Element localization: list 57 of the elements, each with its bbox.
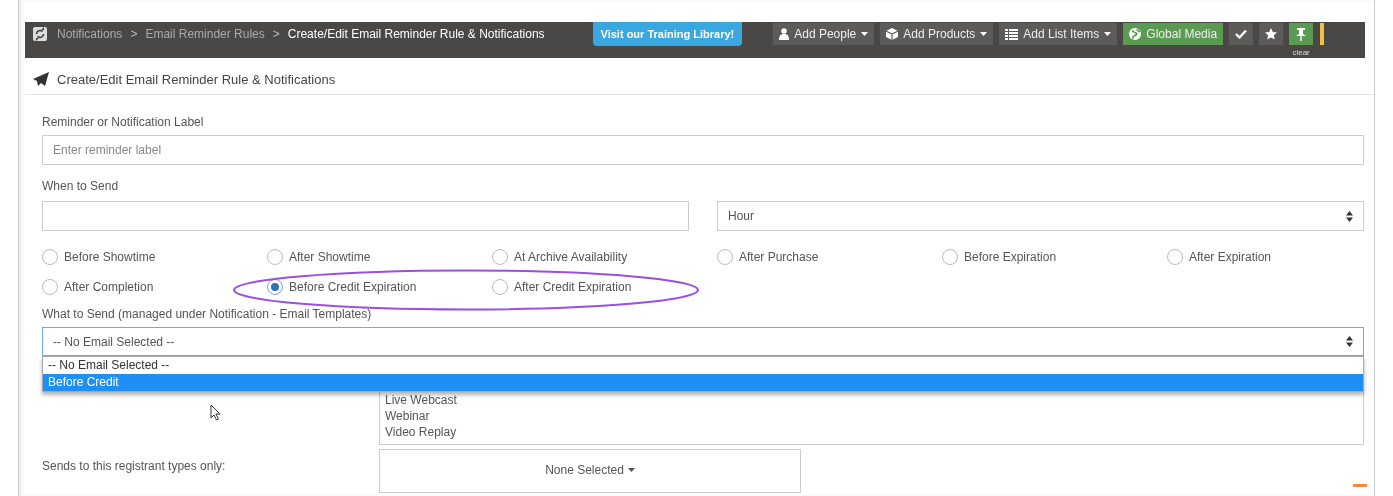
person-icon [779, 28, 790, 40]
clear-label[interactable]: clear [1292, 48, 1310, 57]
panel-title: Create/Edit Email Reminder Rule & Notifications [57, 71, 336, 87]
caret-icon [627, 467, 635, 472]
pin-icon [1296, 27, 1307, 41]
field-label: Sends to this registrant types only: [42, 459, 227, 473]
radio-button[interactable] [492, 279, 508, 295]
list-option[interactable]: Webinar [385, 408, 430, 424]
radio-button[interactable] [267, 249, 283, 265]
radio-button[interactable] [492, 249, 508, 265]
field-label: When to Send [42, 179, 120, 193]
radio-button[interactable] [42, 249, 58, 265]
registrant-types-dropdown[interactable]: None Selected [379, 449, 801, 493]
radio-label: Before Showtime [64, 250, 156, 264]
radio-label: After Expiration [1189, 250, 1272, 264]
breadcrumb-separator: > [272, 27, 280, 41]
radio-label: Before Credit Expiration [289, 280, 417, 294]
radio-label: After Credit Expiration [514, 280, 632, 294]
paper-plane-icon [33, 72, 49, 86]
refresh-icon [33, 27, 47, 41]
up-down-icon [1346, 210, 1353, 222]
check-icon [1235, 29, 1248, 39]
list-option[interactable]: Video Replay [385, 424, 457, 440]
radio-button[interactable] [717, 249, 733, 265]
list-option[interactable]: Live Webcast [385, 392, 457, 408]
radio-button[interactable] [42, 279, 58, 295]
dash-mark [1353, 484, 1367, 488]
star-button[interactable] [1259, 23, 1284, 45]
unit-select[interactable]: Hour [717, 201, 1364, 231]
radio-button[interactable] [942, 249, 958, 265]
breadcrumb-link[interactable]: Notifications [57, 27, 123, 41]
radio-button[interactable] [267, 279, 283, 295]
radio-label: After Completion [64, 280, 154, 294]
email-select[interactable]: -- No Email Selected -- [42, 327, 1364, 356]
list-icon [1005, 28, 1019, 40]
reminder-label-field[interactable]: Enter reminder label [42, 135, 1364, 165]
radio-button[interactable] [1167, 249, 1183, 265]
star-icon [1265, 28, 1278, 40]
toolbar-button[interactable]: Add People [773, 23, 875, 45]
pin-button[interactable] [1289, 23, 1314, 45]
field-label: Reminder or Notification Label [42, 115, 205, 129]
breadcrumb-link[interactable]: Email Reminder Rules [145, 27, 265, 41]
cube-icon [886, 28, 899, 40]
check-button[interactable] [1229, 23, 1254, 45]
radio-label: After Showtime [289, 250, 371, 264]
toolbar-button[interactable]: Add List Items [999, 23, 1118, 45]
current-page: Create/Edit Email Reminder Rule & Notifications [287, 27, 545, 41]
breadcrumb-separator: > [130, 27, 138, 41]
up-down-icon [1346, 336, 1353, 347]
amount-field[interactable] [42, 201, 689, 231]
globe-icon [1129, 28, 1142, 40]
toolbar-button[interactable]: Add Products [880, 23, 994, 45]
radio-label: Before Expiration [964, 250, 1057, 264]
field-label: What to Send (managed under Notification - Email Templates) [42, 307, 373, 321]
radio-label: After Purchase [739, 250, 819, 264]
cursor-icon [210, 404, 222, 421]
radio-label: At Archive Availability [514, 250, 628, 264]
